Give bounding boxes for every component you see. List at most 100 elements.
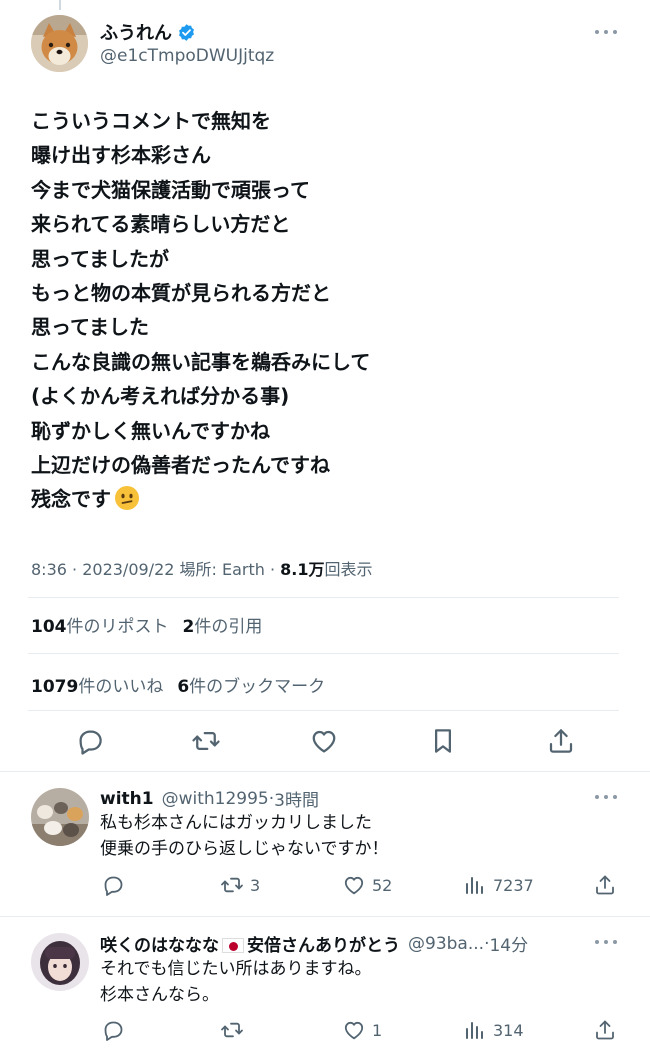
views-button[interactable]: 314 xyxy=(463,1018,524,1042)
cats-avatar-image xyxy=(31,788,89,846)
reply-line: 私も杉本さんにはガッカリしました xyxy=(100,813,372,833)
bookmarks-count: 6 xyxy=(177,677,190,697)
bookmarks-link[interactable]: 6件のブックマーク xyxy=(177,677,325,697)
like-stats: 1079件のいいね 6件のブックマーク xyxy=(31,672,325,697)
reply-button[interactable] xyxy=(75,726,105,756)
reply-line: 杉本さんなら。 xyxy=(100,984,219,1005)
tweet-line: 上辺だけの偽善者だったんですね xyxy=(31,452,330,477)
tweet-line: 残念です xyxy=(31,487,111,512)
repost-icon xyxy=(221,1022,243,1038)
verified-badge-icon xyxy=(179,23,194,41)
divider xyxy=(28,710,619,711)
tweet-line: 今まで犬猫保護活動で頑張って xyxy=(31,177,310,202)
view-count: 7237 xyxy=(493,875,534,895)
confused-face-emoji-icon xyxy=(115,486,139,511)
reposts-count: 104 xyxy=(31,617,67,637)
reply-header: with1 @with12995 · 3時間 xyxy=(100,786,319,812)
like-button[interactable] xyxy=(309,726,339,756)
japan-flag-icon xyxy=(222,938,244,953)
repost-count: 3 xyxy=(250,875,261,895)
analytics-icon xyxy=(466,1022,483,1039)
tweet-line: 恥ずかしく無いんですかね xyxy=(31,418,270,443)
bookmark-button[interactable] xyxy=(428,726,458,756)
display-name-part: 咲くのはななな xyxy=(100,936,219,956)
tweet-meta: 8:36 · 2023/09/22 場所: Earth · 8.1万回表示 xyxy=(31,560,373,579)
reply-time[interactable]: 3時間 xyxy=(274,786,319,811)
tweet-line: 来られてる素晴らしい方だと xyxy=(31,212,291,237)
thread-connector-line xyxy=(59,0,61,10)
divider xyxy=(28,597,619,598)
likes-label: 件のいいね xyxy=(78,677,164,697)
heart-icon xyxy=(344,876,364,895)
reposts-label: 件のリポスト xyxy=(66,617,169,637)
share-button[interactable] xyxy=(593,873,617,897)
reply-display-name[interactable]: with1 xyxy=(100,789,154,809)
like-button[interactable]: 1 xyxy=(342,1018,382,1042)
repost-stats: 104件のリポスト 2件の引用 xyxy=(31,612,262,637)
reply-time[interactable]: 14分 xyxy=(489,931,528,956)
divider xyxy=(28,653,619,654)
tweet-body: こういうコメントで無知を 曝け出す杉本彩さん 今まで犬猫保護活動で頑張って 来ら… xyxy=(31,104,591,517)
like-count: 52 xyxy=(372,875,393,895)
heart-icon xyxy=(344,1021,364,1040)
person-avatar-image xyxy=(31,933,89,991)
share-icon xyxy=(596,1020,614,1040)
reply-text: それでも信じたい所はありますね。 杉本さんなら。 xyxy=(100,957,372,1008)
reply-avatar[interactable] xyxy=(31,788,89,846)
tweet-time[interactable]: 8:36 xyxy=(31,560,67,579)
likes-link[interactable]: 1079件のいいね xyxy=(31,677,163,697)
quotes-link[interactable]: 2件の引用 xyxy=(183,617,263,637)
tweet-line: こんな良識の無い記事を鵜呑みにして xyxy=(31,349,371,374)
bookmarks-label: 件のブックマーク xyxy=(189,677,326,697)
reposts-link[interactable]: 104件のリポスト xyxy=(31,617,169,637)
share-icon xyxy=(549,729,573,753)
analytics-icon xyxy=(466,877,483,894)
share-button[interactable] xyxy=(546,726,576,756)
share-icon xyxy=(596,875,614,895)
views-label: 回表示 xyxy=(324,560,373,579)
view-count: 314 xyxy=(493,1020,524,1040)
more-options-icon[interactable] xyxy=(595,28,617,36)
repost-button[interactable] xyxy=(191,726,221,756)
reply-display-name[interactable]: 咲くのはななな 安倍さんありがとう xyxy=(100,931,400,956)
share-button[interactable] xyxy=(593,1018,617,1042)
avatar[interactable] xyxy=(31,15,88,72)
reply-button[interactable] xyxy=(101,1018,131,1042)
tweet-line: 曝け出す杉本彩さん xyxy=(31,143,211,168)
tweet-line: (よくかん考えれば分かる事) xyxy=(31,384,290,409)
quotes-label: 件の引用 xyxy=(194,617,263,637)
display-name[interactable]: ふうれん xyxy=(100,19,172,45)
tweet-date[interactable]: 2023/09/22 xyxy=(82,560,174,579)
reply-text: 私も杉本さんにはガッカリしました 便乗の手のひら返しじゃないですか！ xyxy=(100,811,389,862)
divider xyxy=(0,916,650,917)
reply-header: 咲くのはななな 安倍さんありがとう @93ba... · 14分 xyxy=(100,931,528,957)
views-count: 8.1万 xyxy=(280,560,325,579)
likes-count: 1079 xyxy=(31,677,79,697)
reply-button[interactable] xyxy=(101,873,131,897)
like-count: 1 xyxy=(372,1020,383,1040)
repost-icon xyxy=(221,877,243,893)
repost-button[interactable]: 3 xyxy=(220,873,260,897)
views-button[interactable]: 7237 xyxy=(463,873,534,897)
reply-avatar[interactable] xyxy=(31,933,89,991)
like-button[interactable]: 52 xyxy=(342,873,392,897)
tweet-location: 場所: Earth xyxy=(179,560,265,579)
divider xyxy=(0,771,650,772)
reply-icon xyxy=(104,876,123,896)
reply-line: それでも信じたい所はありますね。 xyxy=(100,959,372,979)
tweet-line: こういうコメントで無知を xyxy=(31,109,271,133)
tweet-line: もっと物の本質が見られる方だと xyxy=(31,280,331,305)
more-options-icon[interactable] xyxy=(595,938,617,946)
reply-icon xyxy=(79,730,102,755)
more-options-icon[interactable] xyxy=(595,793,617,801)
bookmark-icon xyxy=(435,729,451,753)
tweet-line-last: 残念です xyxy=(31,482,591,516)
reply-handle[interactable]: @with12995 xyxy=(162,789,269,809)
reply-icon xyxy=(104,1021,123,1041)
reply-handle[interactable]: @93ba... xyxy=(408,934,484,954)
user-handle[interactable]: @e1cTmpoDWUJjtqz xyxy=(100,46,274,66)
repost-icon xyxy=(192,732,220,750)
shiba-dog-avatar-image xyxy=(31,15,88,72)
quotes-count: 2 xyxy=(182,617,195,637)
repost-button[interactable] xyxy=(220,1018,250,1042)
